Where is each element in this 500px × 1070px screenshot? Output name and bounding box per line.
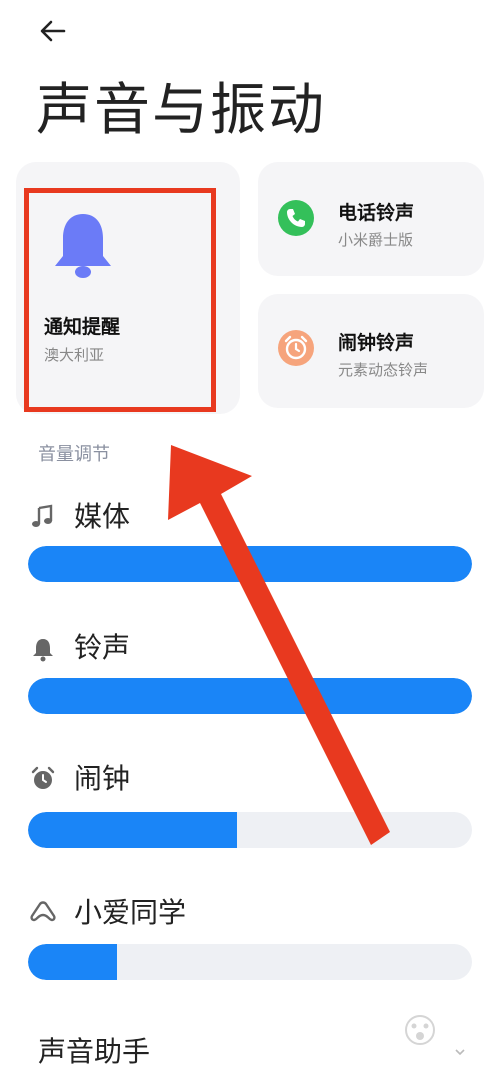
xiaoai-volume-label: 小爱同学 [74,896,187,929]
volume-section-label: 音量调节 [38,444,110,465]
alarm-clock-icon [31,766,55,789]
music-note-icon [32,504,53,527]
back-arrow-icon [40,20,66,42]
back-button[interactable] [36,14,70,48]
media-volume-label: 媒体 [74,500,131,533]
media-volume-slider[interactable] [28,546,472,582]
xiaoai-volume-slider[interactable] [28,944,472,980]
alarm-volume-label: 闹钟 [74,762,131,795]
sound-assistant-title[interactable]: 声音助手 [38,1030,150,1070]
page-title: 声音与振动 [36,78,326,143]
highlight-box [24,188,216,412]
ringtone-title: 电话铃声 [338,202,415,224]
alarm-title: 闹钟铃声 [338,332,415,354]
media-volume-fill [28,546,472,582]
xiaoai-volume-fill [28,944,117,980]
phone-icon [278,200,314,236]
ringtone-volume-slider[interactable] [28,678,472,714]
alarm-subtitle: 元素动态铃声 [338,361,429,379]
alarm-clock-icon [278,330,314,366]
bell-icon [33,639,53,662]
alarm-volume-fill [28,812,237,848]
ringtone-volume-label: 铃声 [74,631,131,664]
ringtone-subtitle: 小米爵士版 [338,231,414,249]
alarm-volume-slider[interactable] [28,812,472,848]
watermark-logo [405,1015,435,1045]
ringtone-volume-fill [28,678,472,714]
xiaoai-icon [30,901,56,922]
